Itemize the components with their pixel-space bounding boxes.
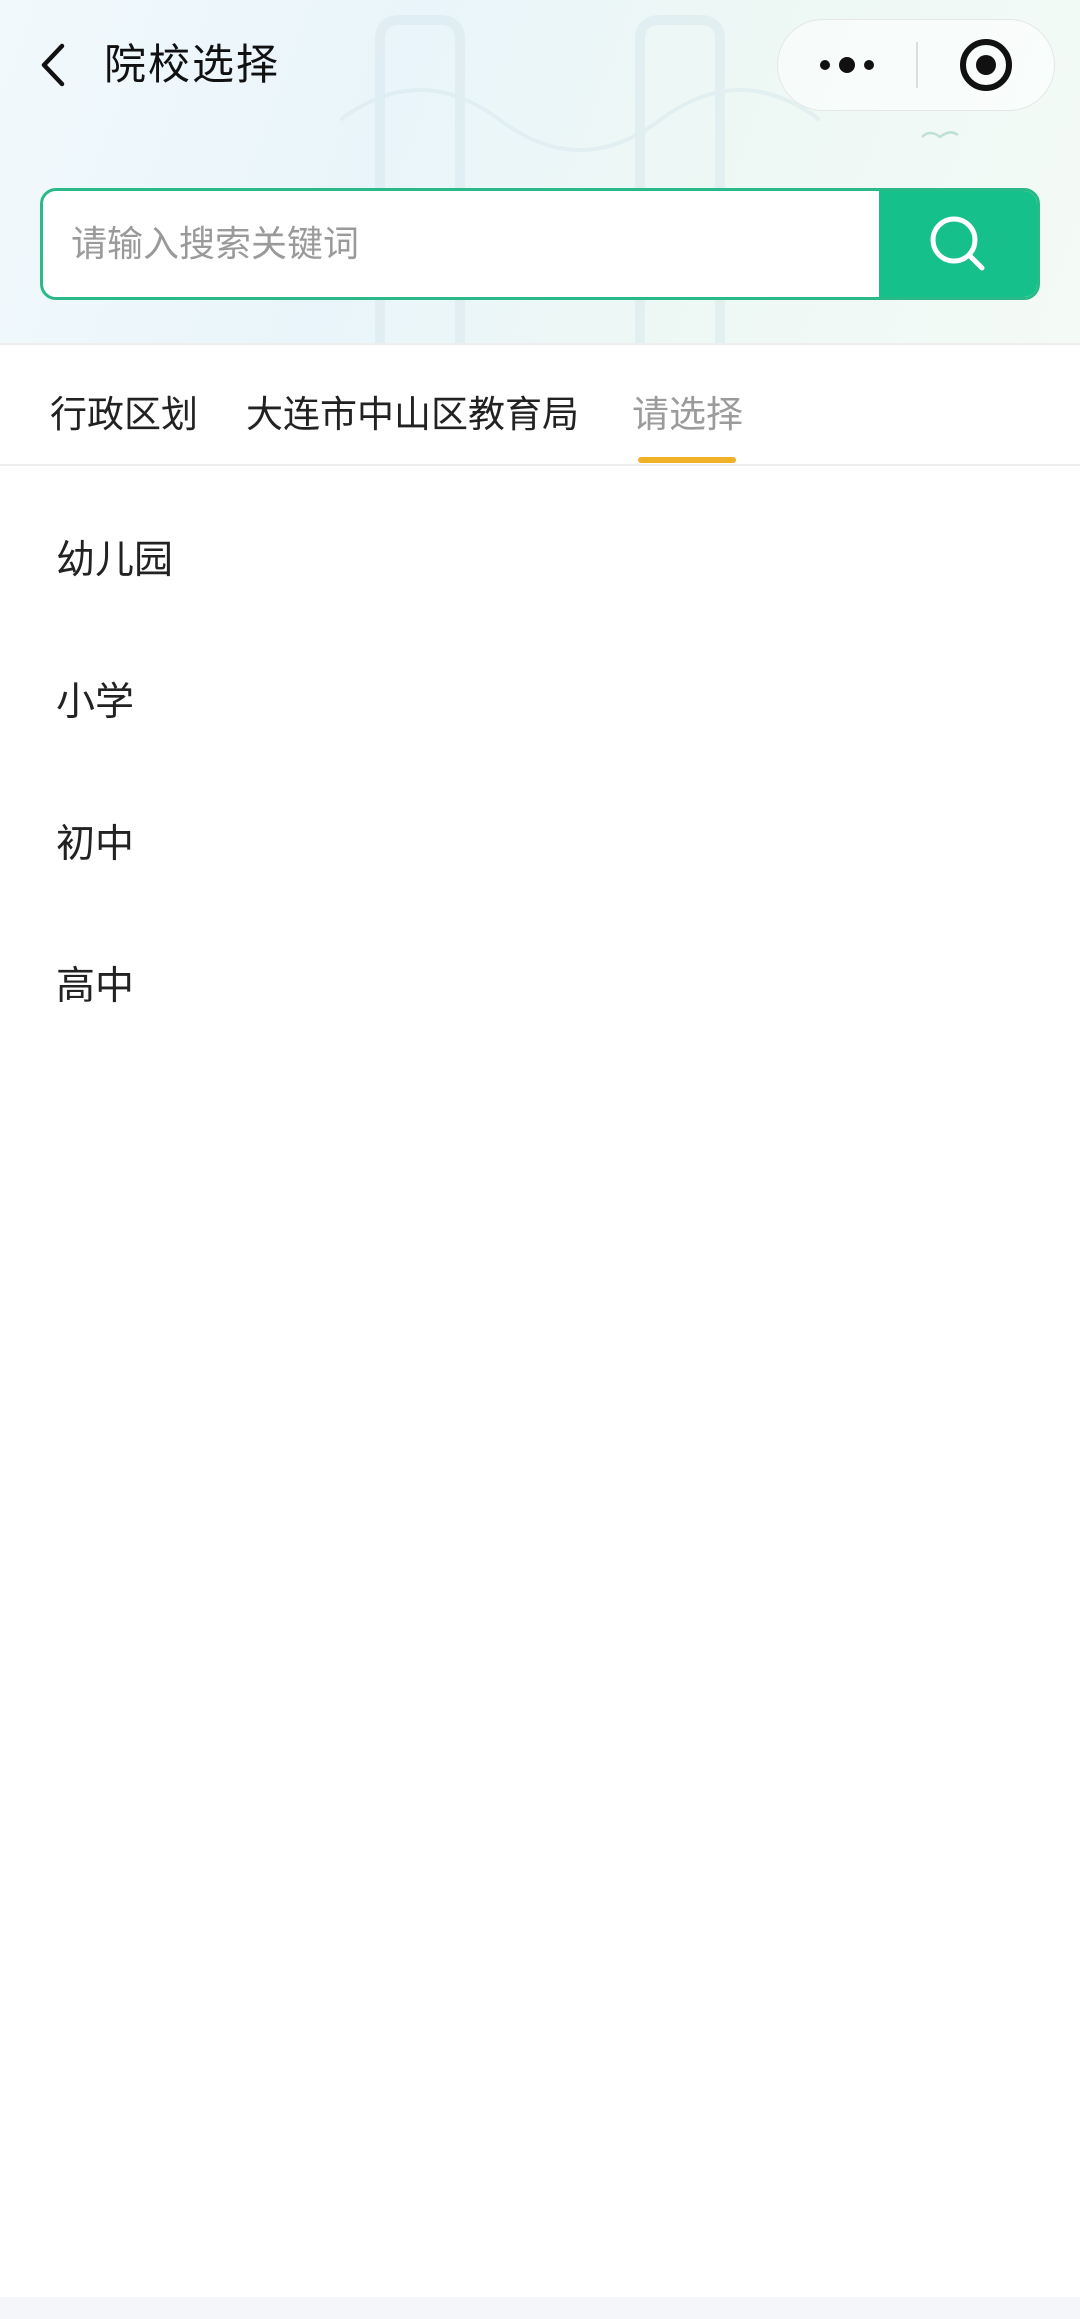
search-input[interactable] [43,191,883,297]
search-button[interactable] [879,191,1037,297]
search-bar [40,188,1040,300]
breadcrumb: 行政区划 大连市中山区教育局 请选择 [0,345,1080,465]
tab-region[interactable]: 行政区划 [50,390,198,440]
more-button[interactable] [778,20,916,109]
list-item-kindergarten[interactable]: 幼儿园 [0,490,1080,632]
bottom-strip [0,2297,1080,2319]
page-title: 院校选择 [104,40,281,89]
list-item-senior-high[interactable]: 高中 [0,916,1080,1058]
title-bar: 院校选择 [0,0,1080,130]
search-icon [930,216,985,271]
tab-please-select[interactable]: 请选择 [632,390,743,440]
list-item-junior-high[interactable]: 初中 [0,774,1080,916]
back-button[interactable] [30,36,76,94]
close-button[interactable] [918,20,1054,109]
chevron-left-icon [41,43,65,87]
mini-program-capsule [777,19,1055,111]
more-dots-icon [820,56,874,73]
tab-education-bureau[interactable]: 大连市中山区教育局 [246,390,579,440]
target-circle-icon [960,38,1012,91]
school-type-list: 幼儿园 小学 初中 高中 [0,490,1080,1058]
tabs-divider [0,464,1080,466]
list-item-primary-school[interactable]: 小学 [0,632,1080,774]
active-tab-indicator [638,457,736,463]
